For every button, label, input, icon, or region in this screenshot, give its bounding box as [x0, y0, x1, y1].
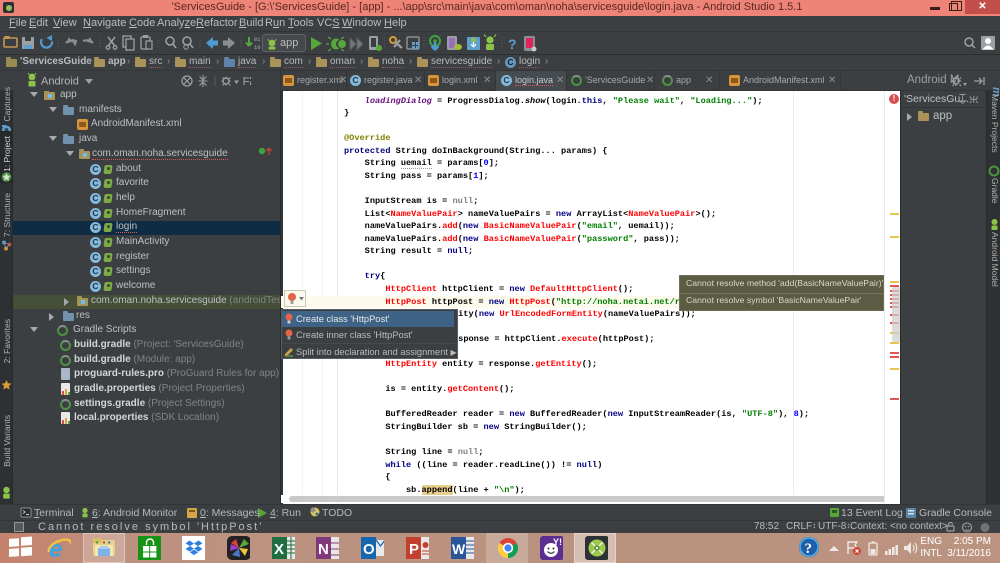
- svg-text:10: 10: [254, 44, 261, 51]
- svg-text:?: ?: [508, 36, 517, 52]
- svg-text:W: W: [452, 541, 466, 557]
- svg-text:01: 01: [254, 36, 261, 43]
- svg-text:Android: Android: [41, 76, 79, 88]
- svg-text:Y!: Y!: [553, 537, 562, 547]
- svg-text:N: N: [318, 541, 329, 558]
- svg-text:O: O: [363, 541, 375, 558]
- svg-text:X: X: [274, 541, 284, 558]
- svg-text:?: ?: [805, 541, 813, 557]
- svg-text:P: P: [409, 541, 419, 558]
